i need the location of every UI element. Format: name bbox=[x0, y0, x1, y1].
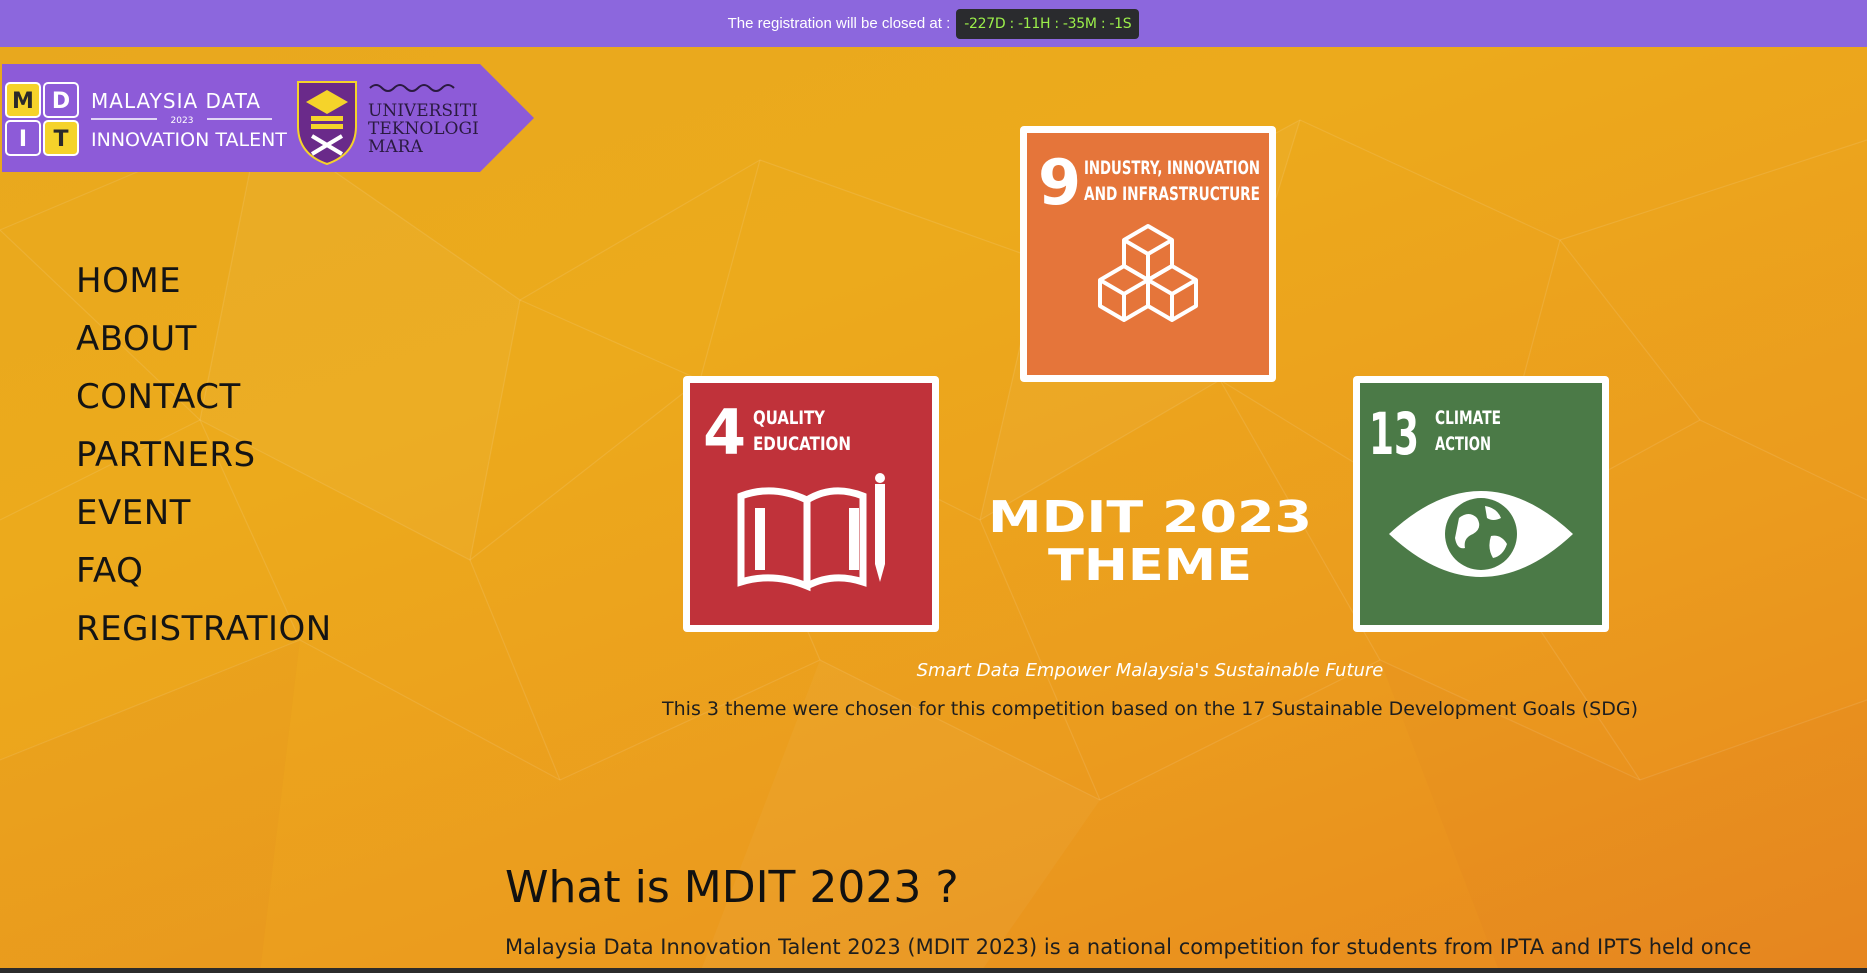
logo-letter-t: T bbox=[53, 127, 68, 152]
university-name-line1: UNIVERSITI bbox=[368, 101, 478, 121]
nav-contact[interactable]: CONTACT bbox=[76, 368, 332, 426]
sdg13-number: 13 bbox=[1369, 400, 1419, 468]
university-name-line3: MARA bbox=[368, 137, 423, 157]
nav-home[interactable]: HOME bbox=[76, 252, 332, 310]
logo-letter-d: D bbox=[52, 89, 70, 114]
uitm-crest-icon bbox=[297, 81, 357, 166]
sdg4-number: 4 bbox=[703, 396, 746, 469]
nav-about[interactable]: ABOUT bbox=[76, 310, 332, 368]
theme-subtitle: This 3 theme were chosen for this compet… bbox=[662, 698, 1638, 720]
brand-logo: M D I T MALAYSIA DATA 2023 INNOVATION TA… bbox=[2, 64, 534, 172]
about-heading: What is MDIT 2023 ? bbox=[505, 862, 959, 913]
sdg13-line1: CLIMATE bbox=[1435, 407, 1501, 429]
nav-partners[interactable]: PARTNERS bbox=[76, 426, 332, 484]
theme-title-line2: THEME bbox=[1048, 540, 1252, 590]
theme-title: MDIT 2023 THEME bbox=[988, 492, 1312, 590]
sdg9-line1: INDUSTRY, INNOVATION bbox=[1084, 157, 1260, 179]
theme-title-line1: MDIT 2023 bbox=[988, 492, 1312, 543]
registration-banner: The registration will be closed at : -22… bbox=[0, 0, 1867, 47]
countdown-timer: -227D : -11H : -35M : -1S bbox=[956, 8, 1140, 39]
logo-letter-m: M bbox=[12, 89, 34, 114]
sdg-card-education: 4 QUALITY EDUCATION bbox=[683, 376, 939, 632]
brand-header[interactable]: M D I T MALAYSIA DATA 2023 INNOVATION TA… bbox=[2, 64, 534, 172]
about-text: Malaysia Data Innovation Talent 2023 (MD… bbox=[505, 935, 1752, 959]
sdg13-line2: ACTION bbox=[1435, 433, 1491, 455]
registration-message: The registration will be closed at : bbox=[727, 15, 951, 32]
sdg4-line1: QUALITY bbox=[753, 407, 825, 429]
sdg-card-climate: 13 CLIMATE ACTION bbox=[1353, 376, 1609, 632]
bottom-edge bbox=[0, 968, 1867, 973]
nav-faq[interactable]: FAQ bbox=[76, 542, 332, 600]
sdg-card-industry: 9 INDUSTRY, INNOVATION AND INFRASTRUCTUR… bbox=[1020, 126, 1276, 382]
brand-year: 2023 bbox=[171, 116, 194, 126]
main-nav: HOME ABOUT CONTACT PARTNERS EVENT FAQ RE… bbox=[76, 252, 332, 658]
sdg9-number: 9 bbox=[1038, 146, 1081, 219]
nav-registration[interactable]: REGISTRATION bbox=[76, 600, 332, 658]
theme-tagline: Smart Data Empower Malaysia's Sustainabl… bbox=[916, 660, 1384, 681]
logo-letter-i: I bbox=[19, 127, 27, 152]
university-name-line2: TEKNOLOGI bbox=[368, 119, 479, 139]
sdg9-line2: AND INFRASTRUCTURE bbox=[1084, 183, 1260, 205]
sdg4-line2: EDUCATION bbox=[753, 433, 851, 455]
brand-name-line1: MALAYSIA DATA bbox=[91, 89, 261, 113]
brand-name-line2: INNOVATION TALENT bbox=[91, 129, 287, 151]
nav-event[interactable]: EVENT bbox=[76, 484, 332, 542]
